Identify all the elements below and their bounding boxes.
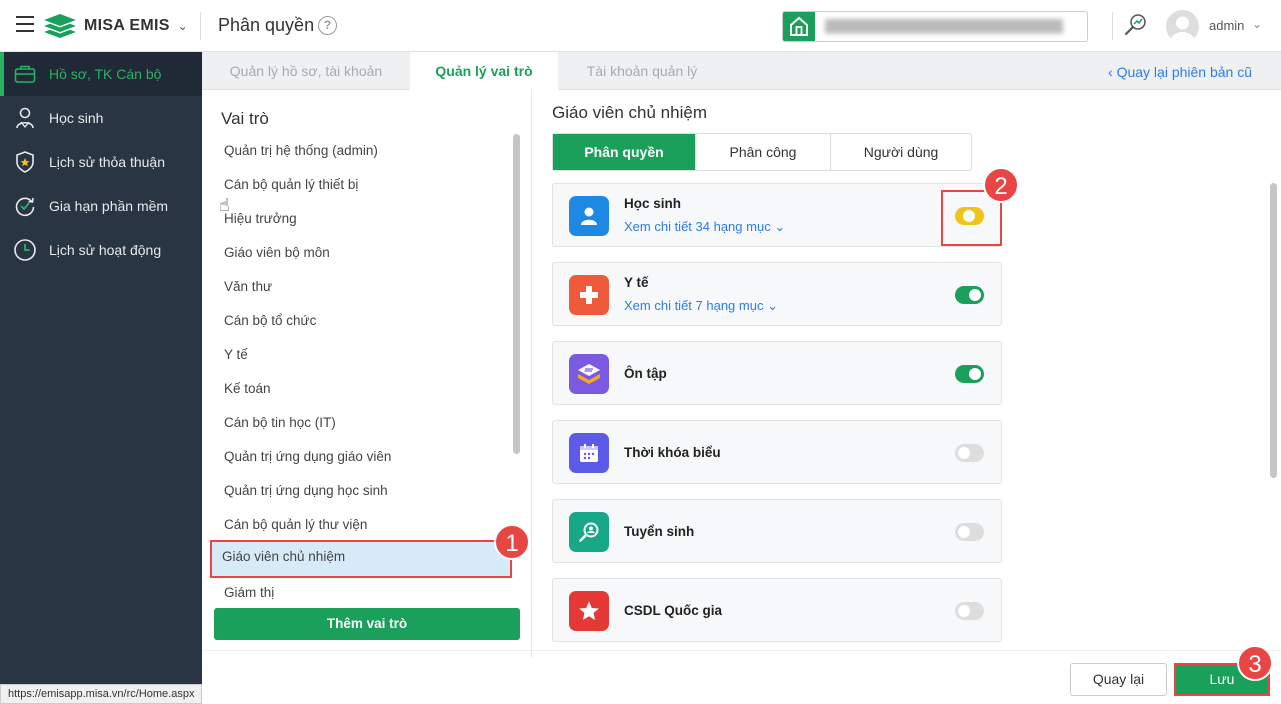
school-name-blurred: ████████████████████████████: [825, 19, 1064, 33]
sidebar-item-label: Lịch sử thỏa thuận: [49, 154, 166, 170]
module-card-review: Ôn tập: [552, 341, 1002, 405]
medical-cross-icon: [569, 275, 609, 315]
role-item[interactable]: Quản trị ứng dụng giáo viên: [210, 440, 512, 474]
role-panel: Vai trò Quản trị hệ thống (admin) Cán bộ…: [202, 90, 532, 658]
sidebar-item-staff-records[interactable]: Hồ sơ, TK Cán bộ: [0, 52, 202, 96]
admission-search-icon: [569, 512, 609, 552]
chevron-down-icon[interactable]: ⌄: [178, 19, 188, 33]
permission-segment-control: Phân quyền Phân công Người dùng: [552, 133, 972, 171]
module-card-health: Y tế Xem chi tiết 7 hạng mục ⌄: [552, 262, 1002, 326]
school-selector[interactable]: ████████████████████████████: [782, 11, 1088, 42]
module-name: Ôn tập: [624, 366, 667, 381]
module-detail-link[interactable]: Xem chi tiết 34 hạng mục ⌄: [624, 219, 785, 235]
divider: [200, 12, 201, 40]
role-panel-title: Vai trò: [221, 109, 269, 128]
star-icon: [569, 591, 609, 631]
segment-permissions[interactable]: Phân quyền: [553, 134, 696, 170]
top-header: MISA EMIS ⌄ Phân quyền ? ███████████████…: [0, 0, 1281, 52]
study-book-icon: [569, 354, 609, 394]
role-item[interactable]: Quản trị hệ thống (admin): [210, 134, 512, 168]
app-logo[interactable]: MISA EMIS ⌄: [42, 12, 188, 40]
sidebar-item-label: Gia hạn phần mềm: [49, 198, 169, 214]
module-name: Học sinh: [624, 196, 682, 211]
role-item[interactable]: Hiệu trưởng: [210, 202, 512, 236]
calendar-icon: [569, 433, 609, 473]
avatar[interactable]: [1166, 10, 1199, 43]
sidebar-item-activity-history[interactable]: Lịch sử hoạt động: [0, 228, 202, 272]
module-detail-label: Xem chi tiết 34 hạng mục: [624, 219, 771, 234]
shield-star-icon: [12, 149, 38, 175]
module-name: Tuyển sinh: [624, 524, 695, 539]
role-item[interactable]: Kế toán: [210, 372, 512, 406]
role-item-selected[interactable]: Giáo viên chủ nhiệm: [210, 540, 512, 578]
segment-assignment[interactable]: Phân công: [696, 134, 831, 170]
divider: [1112, 12, 1113, 40]
module-name: Y tế: [624, 275, 649, 290]
role-item[interactable]: Quản trị ứng dụng học sinh: [210, 474, 512, 508]
sidebar: Hồ sơ, TK Cán bộ Học sinh Lịch sử thỏa t…: [0, 52, 202, 704]
sidebar-item-label: Học sinh: [49, 110, 104, 126]
page-title: Phân quyền: [218, 15, 315, 35]
role-item[interactable]: Giáo viên bộ môn: [210, 236, 512, 270]
module-toggle[interactable]: [955, 444, 984, 462]
chevron-down-icon: ⌄: [767, 298, 778, 313]
role-item[interactable]: Y tế: [210, 338, 512, 372]
permission-title: Giáo viên chủ nhiệm: [552, 103, 707, 122]
logo-text: MISA EMIS: [84, 17, 170, 34]
module-detail-label: Xem chi tiết 7 hạng mục: [624, 298, 764, 313]
help-icon[interactable]: ?: [318, 16, 337, 35]
module-toggle[interactable]: [955, 523, 984, 541]
role-item[interactable]: Cán bộ tin học (IT): [210, 406, 512, 440]
tabs-bar: Quản lý hồ sơ, tài khoản Quản lý vai trò…: [202, 52, 1281, 91]
role-item[interactable]: Cán bộ tổ chức: [210, 304, 512, 338]
sidebar-item-label: Lịch sử hoạt động: [49, 242, 162, 258]
back-button[interactable]: Quay lại: [1070, 663, 1167, 696]
search-chart-icon[interactable]: [1123, 12, 1149, 38]
hamburger-menu-icon[interactable]: [16, 16, 34, 32]
role-item[interactable]: Cán bộ quản lý thư viện: [210, 508, 512, 542]
school-icon: [783, 12, 815, 41]
clock-icon: [12, 237, 38, 263]
step-badge-1: 1: [494, 524, 530, 560]
module-list: Học sinh Xem chi tiết 34 hạng mục ⌄ Y tế…: [552, 183, 1002, 643]
sidebar-item-label: Hồ sơ, TK Cán bộ: [49, 66, 162, 82]
chevron-down-icon: ⌄: [774, 219, 786, 234]
misa-logo-icon: [44, 14, 76, 38]
tab-manage-roles[interactable]: Quản lý vai trò: [410, 52, 558, 91]
module-detail-link[interactable]: Xem chi tiết 7 hạng mục ⌄: [624, 298, 778, 314]
module-name: CSDL Quốc gia: [624, 603, 723, 618]
module-card-timetable: Thời khóa biểu: [552, 420, 1002, 484]
person-icon: [569, 196, 609, 236]
permission-scrollbar[interactable]: [1270, 183, 1277, 653]
step-badge-2: 2: [983, 167, 1019, 203]
tab-manage-records[interactable]: Quản lý hồ sơ, tài khoản: [202, 52, 410, 90]
sidebar-item-students[interactable]: Học sinh: [0, 96, 202, 140]
user-name[interactable]: admin: [1209, 18, 1244, 33]
sidebar-item-renewal[interactable]: Gia hạn phần mềm: [0, 184, 202, 228]
renew-icon: [12, 193, 38, 219]
module-card-national-database: CSDL Quốc gia: [552, 578, 1002, 642]
module-card-admission: Tuyển sinh: [552, 499, 1002, 563]
add-role-button[interactable]: Thêm vai trò: [214, 608, 520, 640]
role-item[interactable]: Giám thị: [210, 576, 512, 610]
status-bar-url: https://emisapp.misa.vn/rc/Home.aspx: [0, 684, 203, 704]
role-item[interactable]: Cán bộ quản lý thiết bị: [210, 168, 512, 202]
module-toggle[interactable]: [955, 602, 984, 620]
module-toggle[interactable]: [955, 286, 984, 304]
step-badge-3: 3: [1237, 645, 1273, 681]
sidebar-item-agreement-history[interactable]: Lịch sử thỏa thuận: [0, 140, 202, 184]
segment-users[interactable]: Người dùng: [831, 134, 971, 170]
module-card-students: Học sinh Xem chi tiết 34 hạng mục ⌄: [552, 183, 1002, 247]
module-toggle[interactable]: [955, 365, 984, 383]
back-to-old-version-link[interactable]: ‹ Quay lại phiên bản cũ: [1108, 64, 1252, 80]
module-name: Thời khóa biểu: [624, 445, 721, 460]
chevron-down-icon[interactable]: ⌄: [1252, 17, 1262, 31]
student-icon: [12, 105, 38, 131]
divider: [202, 650, 1281, 651]
hand-cursor-icon: ☝: [219, 195, 230, 215]
tab-manager-accounts[interactable]: Tài khoản quản lý: [558, 52, 726, 90]
briefcase-icon: [12, 61, 38, 87]
role-item[interactable]: Văn thư: [210, 270, 512, 304]
